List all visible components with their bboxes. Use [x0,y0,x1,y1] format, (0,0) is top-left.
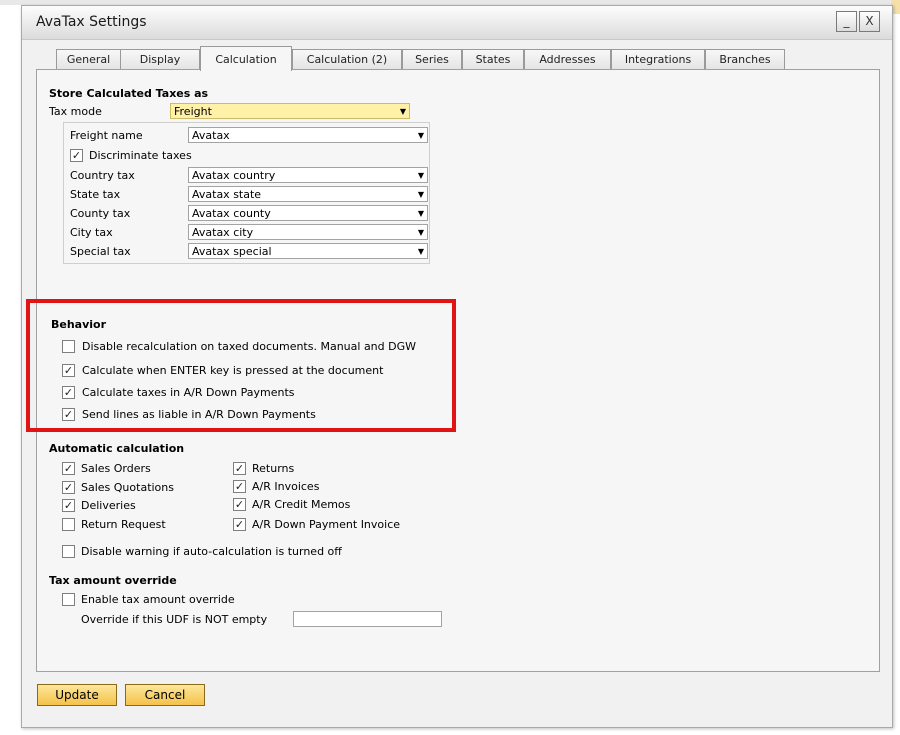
chevron-down-icon: ▼ [417,209,424,218]
ar-credit-memos-checkbox[interactable]: ✓ [233,498,246,511]
tab-general[interactable]: General [56,49,121,70]
state-tax-select[interactable]: Avatax state ▼ [188,186,428,202]
sales-orders-label: Sales Orders [81,462,151,475]
tab-branches[interactable]: Branches [705,49,785,70]
chevron-down-icon: ▼ [417,190,424,199]
special-tax-value: Avatax special [192,245,272,258]
chevron-down-icon: ▼ [417,228,424,237]
city-tax-label: City tax [70,226,113,239]
tax-mode-label: Tax mode [49,105,102,118]
discriminate-taxes-label: Discriminate taxes [89,149,192,162]
override-section-title: Tax amount override [49,574,177,587]
close-button[interactable]: X [859,11,880,32]
chevron-down-icon: ▼ [417,247,424,256]
state-tax-value: Avatax state [192,188,262,201]
ar-invoices-checkbox[interactable]: ✓ [233,480,246,493]
return-request-label: Return Request [81,518,166,531]
state-tax-label: State tax [70,188,121,201]
country-tax-select[interactable]: Avatax country ▼ [188,167,428,183]
enable-override-checkbox[interactable] [62,593,75,606]
highlight-box [26,299,456,432]
tab-integrations[interactable]: Integrations [611,49,705,70]
chevron-down-icon: ▼ [417,171,424,180]
special-tax-label: Special tax [70,245,131,258]
ar-invoices-label: A/R Invoices [252,480,320,493]
city-tax-value: Avatax city [192,226,254,239]
county-tax-select[interactable]: Avatax county ▼ [188,205,428,221]
sales-orders-checkbox[interactable]: ✓ [62,462,75,475]
city-tax-select[interactable]: Avatax city ▼ [188,224,428,240]
country-tax-value: Avatax country [192,169,276,182]
deliveries-checkbox[interactable]: ✓ [62,499,75,512]
enable-override-label: Enable tax amount override [81,593,235,606]
udf-override-input[interactable] [293,611,442,627]
tab-series[interactable]: Series [402,49,462,70]
ar-down-payment-invoice-label: A/R Down Payment Invoice [252,518,401,531]
ar-down-payment-invoice-checkbox[interactable]: ✓ [233,518,246,531]
udf-override-label: Override if this UDF is NOT empty [81,613,268,626]
discriminate-taxes-checkbox[interactable]: ✓ [70,149,83,162]
sales-quotations-checkbox[interactable]: ✓ [62,481,75,494]
county-tax-label: County tax [70,207,131,220]
ar-credit-memos-label: A/R Credit Memos [252,498,351,511]
store-section-title: Store Calculated Taxes as [49,87,209,100]
disable-warning-label: Disable warning if auto-calculation is t… [81,545,342,558]
disable-warning-checkbox[interactable] [62,545,75,558]
tab-calculation-2[interactable]: Calculation (2) [292,49,402,70]
update-button[interactable]: Update [37,684,117,706]
cancel-button[interactable]: Cancel [125,684,205,706]
freight-name-label: Freight name [70,129,143,142]
sales-quotations-label: Sales Quotations [81,481,174,494]
deliveries-label: Deliveries [81,499,136,512]
returns-label: Returns [252,462,295,475]
window-title: AvaTax Settings [36,14,147,30]
tab-addresses[interactable]: Addresses [524,49,611,70]
chevron-down-icon: ▼ [399,107,406,116]
tab-display[interactable]: Display [120,49,200,70]
chevron-down-icon: ▼ [417,131,424,140]
county-tax-value: Avatax county [192,207,271,220]
freight-name-select[interactable]: Avatax ▼ [188,127,428,143]
returns-checkbox[interactable]: ✓ [233,462,246,475]
minimize-button[interactable]: _ [836,11,857,32]
return-request-checkbox[interactable] [62,518,75,531]
title-bar: AvaTax Settings _ X [22,6,892,40]
tab-states[interactable]: States [462,49,524,70]
auto-calc-section-title: Automatic calculation [49,442,185,455]
country-tax-label: Country tax [70,169,135,182]
freight-name-value: Avatax [192,129,230,142]
tax-mode-select[interactable]: Freight ▼ [170,103,410,119]
tab-calculation[interactable]: Calculation [200,46,292,71]
special-tax-select[interactable]: Avatax special ▼ [188,243,428,259]
tax-mode-value: Freight [174,105,212,118]
